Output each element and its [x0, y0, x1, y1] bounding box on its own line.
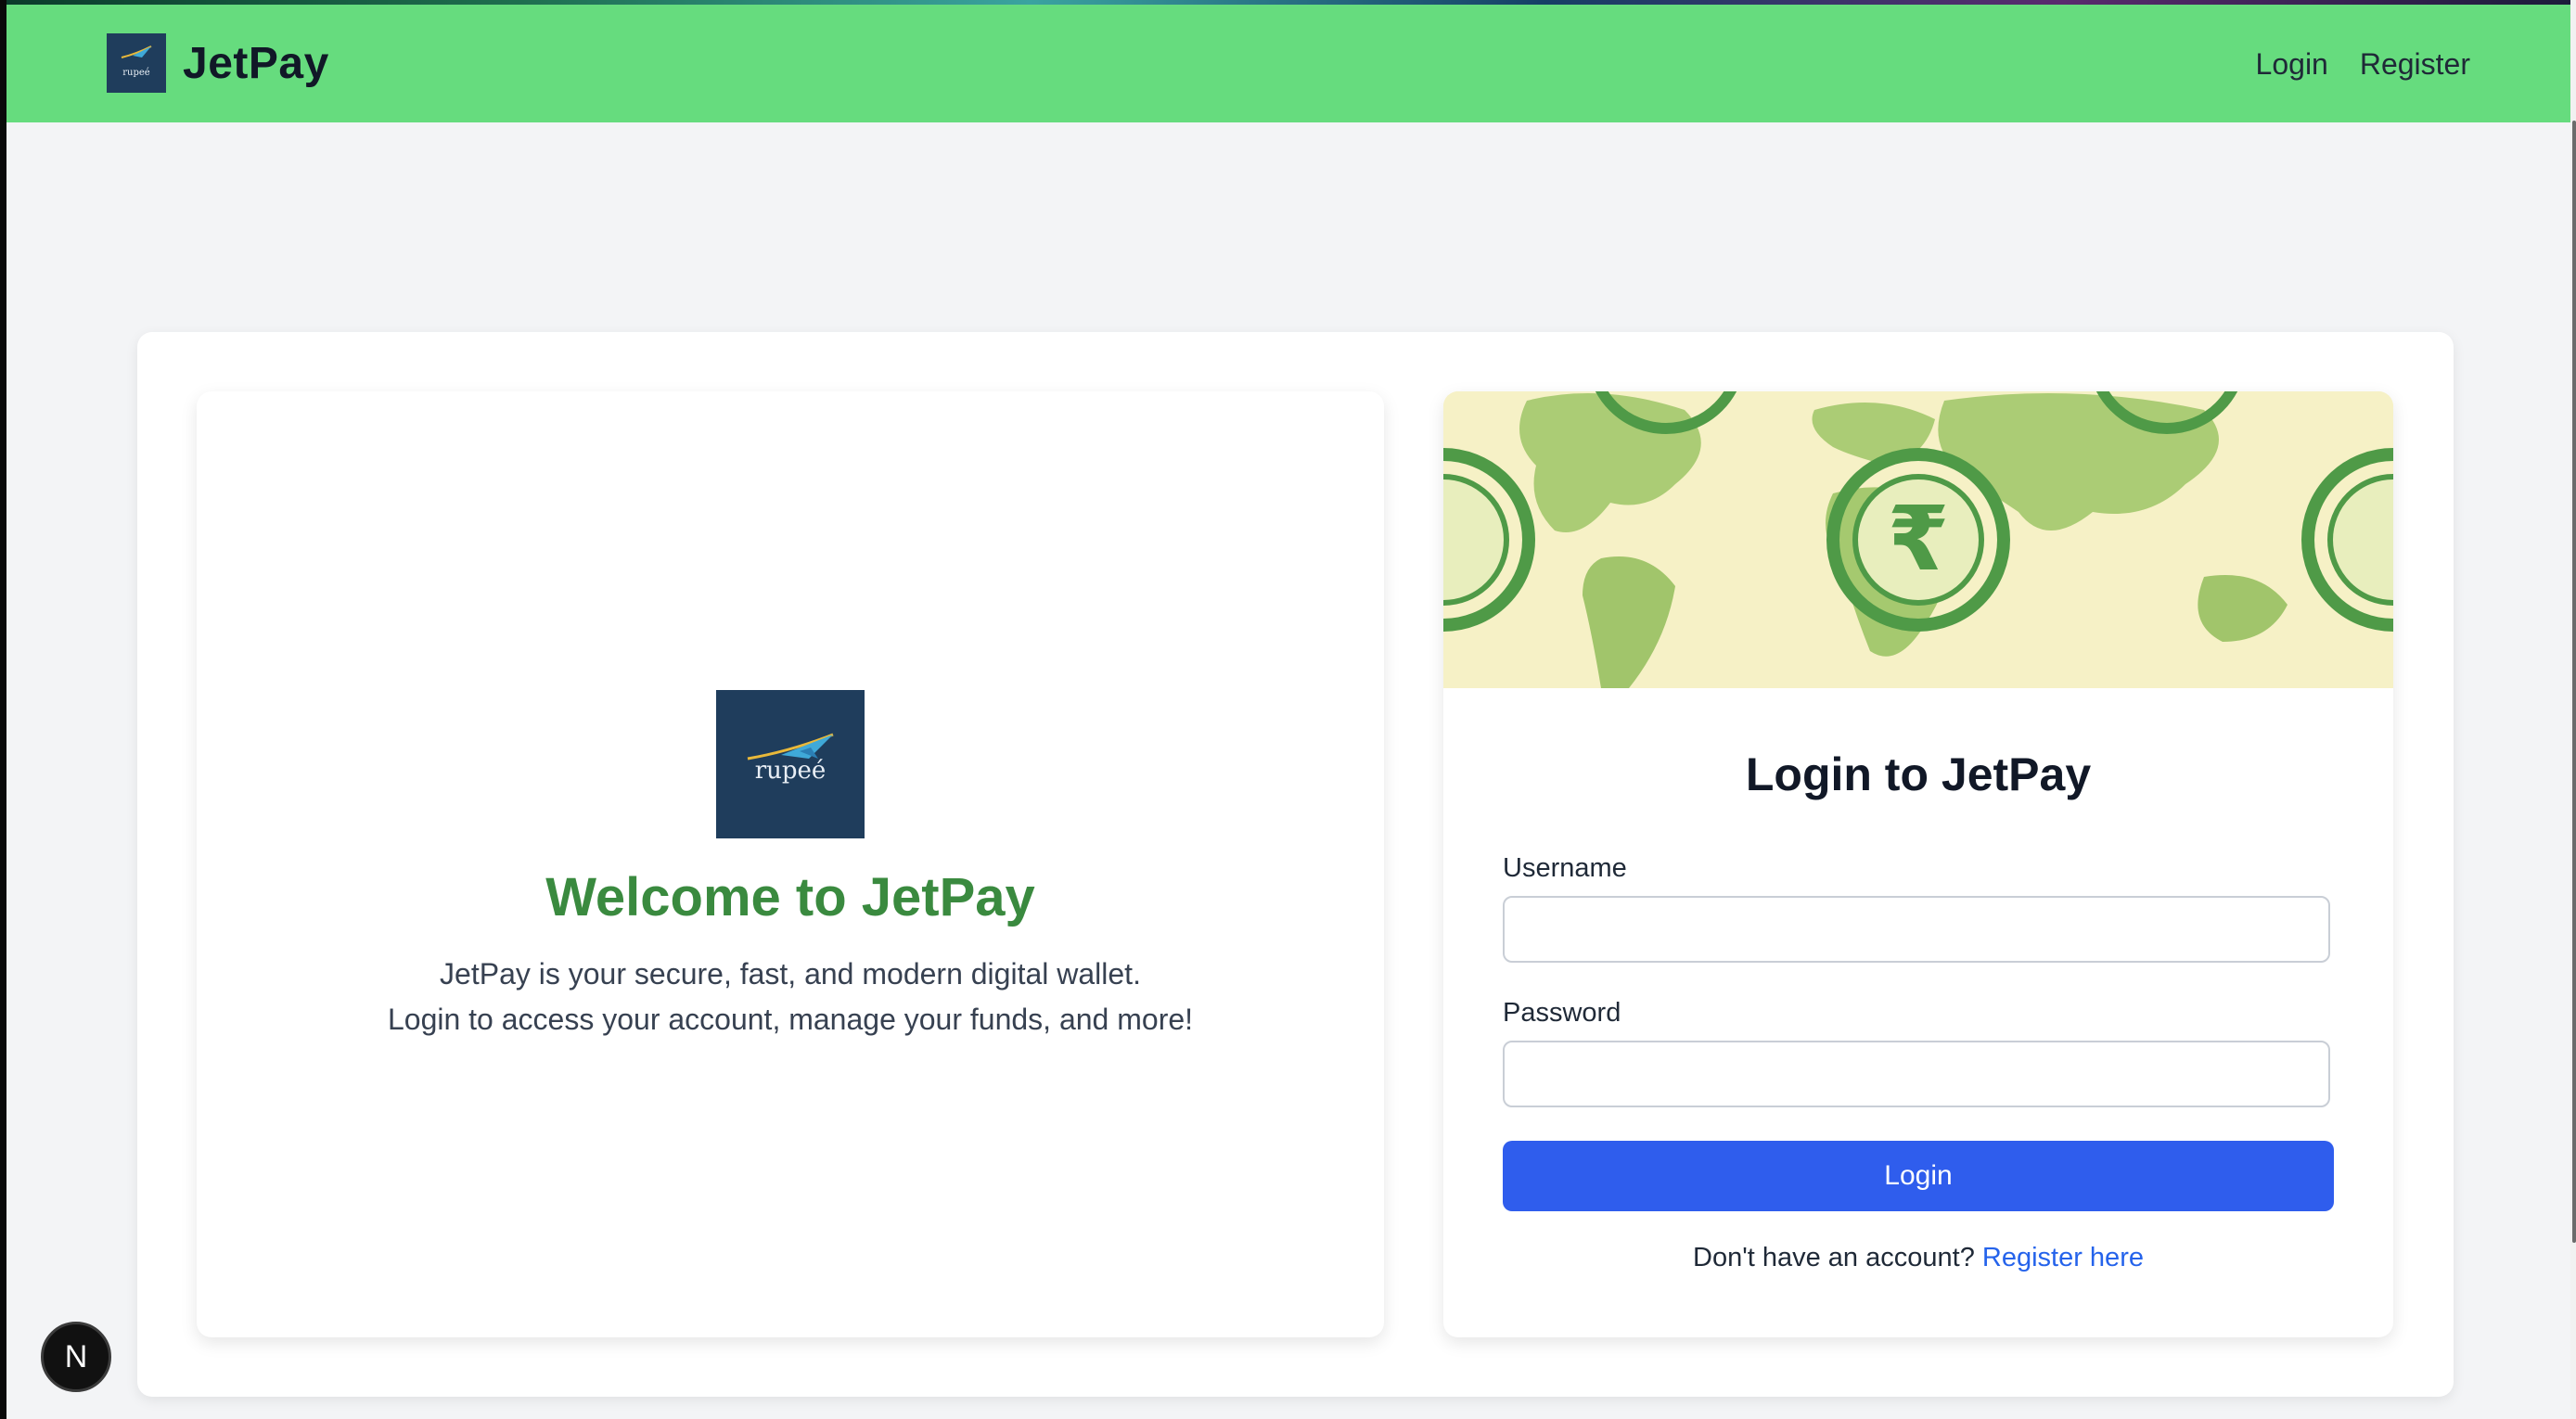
nav-login-link[interactable]: Login	[2256, 47, 2328, 82]
welcome-description: JetPay is your secure, fast, and modern …	[197, 952, 1384, 1042]
register-prompt: Don't have an account? Register here	[1443, 1243, 2393, 1273]
password-input[interactable]	[1503, 1041, 2330, 1107]
welcome-card: rupeé Welcome to JetPay JetPay is your s…	[197, 391, 1384, 1337]
username-label: Username	[1503, 853, 1627, 883]
brand-name: JetPay	[183, 38, 329, 88]
welcome-line-2: Login to access your account, manage you…	[387, 1003, 1194, 1036]
password-label: Password	[1503, 998, 1621, 1028]
scrollbar-thumb[interactable]	[2572, 121, 2576, 1243]
browser-viewport: rupeé JetPay Login Register rupeé Welcom…	[0, 0, 2576, 1419]
nav-links: Login Register	[2256, 47, 2470, 82]
world-map-rupee-illustration: ₹	[1443, 391, 2393, 688]
logo-text: rupeé	[122, 68, 150, 78]
brand[interactable]: rupeé JetPay	[107, 33, 329, 93]
login-title: Login to JetPay	[1745, 748, 2092, 800]
logo-text: rupeé	[754, 757, 827, 785]
svg-text:₹: ₹	[1888, 487, 1950, 591]
welcome-title: Welcome to JetPay	[545, 867, 1035, 927]
welcome-line-1: JetPay is your secure, fast, and modern …	[440, 957, 1141, 991]
navbar: rupeé JetPay Login Register	[6, 5, 2570, 122]
banner-placeholder	[137, 154, 2454, 330]
nav-register-link[interactable]: Register	[2360, 47, 2470, 82]
username-input[interactable]	[1503, 896, 2330, 963]
jet-rupee-logo-icon: rupeé	[107, 33, 166, 93]
login-button[interactable]: Login	[1503, 1141, 2334, 1211]
register-link[interactable]: Register here	[1982, 1243, 2144, 1272]
register-prompt-text: Don't have an account?	[1693, 1243, 1975, 1272]
rupee-coin-center: ₹	[1826, 448, 2010, 632]
login-card: ₹ Login to JetPay Username Password Logi…	[1443, 391, 2393, 1337]
jet-rupee-logo-icon: rupeé	[716, 690, 865, 838]
jet-icon	[121, 45, 152, 58]
scrollbar[interactable]	[2570, 0, 2576, 1419]
nextjs-icon[interactable]: N	[41, 1322, 111, 1392]
window-edge	[0, 0, 6, 1419]
hero-map-svg: ₹	[1443, 391, 2393, 688]
